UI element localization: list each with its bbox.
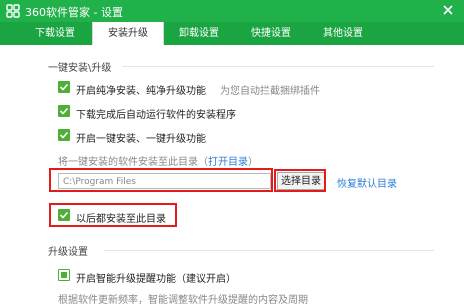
checkbox-partial-icon[interactable] (58, 269, 70, 281)
browse-dir-button[interactable]: 选择目录 (277, 172, 325, 190)
tab-download-settings[interactable]: 下载设置 (20, 22, 90, 45)
checkbox-checked-icon[interactable] (58, 209, 70, 221)
tab-other-settings[interactable]: 其他设置 (308, 22, 378, 45)
open-dir-link[interactable]: 打开目录 (208, 157, 248, 168)
restore-default-dir-link[interactable]: 恢复默认目录 (337, 175, 397, 190)
install-path-input[interactable]: C:\Program Files (58, 173, 271, 189)
checkbox-checked-icon[interactable] (58, 105, 70, 117)
option-label: 以后都安装至此目录 (76, 214, 166, 225)
app-logo-icon (6, 4, 20, 18)
divider (104, 250, 434, 251)
window-title: 360软件管家 - 设置 (25, 6, 123, 19)
tab-uninstall-settings[interactable]: 卸载设置 (164, 22, 234, 45)
option-label: 开启智能升级提醒功能（建议开启） (76, 274, 236, 285)
upgrade-note: 根据软件更新频率，智能调整软件升级提醒的内容及周期 (58, 295, 308, 306)
close-icon[interactable] (440, 2, 456, 18)
option-label: 开启一键安装、一键升级功能 (76, 134, 206, 145)
dir-prompt: 将一键安装的软件安装至此目录（打开目录） (58, 153, 258, 168)
tab-bar: 下载设置 安装升级 卸载设置 快捷设置 其他设置 (0, 22, 464, 45)
checkbox-checked-icon[interactable] (58, 129, 70, 141)
tab-shortcut-settings[interactable]: 快捷设置 (236, 22, 306, 45)
section-title-install: 一键安装\升级 (48, 63, 112, 74)
option-hint: 为您自动拦截捆绑插件 (220, 86, 320, 97)
dir-prompt-text: 将一键安装的软件安装至此目录（ (58, 157, 208, 168)
option-label: 下载完成后自动运行软件的安装程序 (76, 110, 236, 121)
divider (122, 66, 434, 67)
section-title-upgrade: 升级设置 (48, 247, 88, 258)
checkbox-checked-icon[interactable] (58, 81, 70, 93)
settings-panel: 一键安装\升级 开启纯净安装、纯净升级功能 为您自动拦截捆绑插件 下载完成后自动… (0, 45, 464, 308)
dir-prompt-end: ） (248, 157, 258, 168)
tab-install-upgrade[interactable]: 安装升级 (92, 22, 164, 45)
settings-window: 360软件管家 - 设置 下载设置 安装升级 卸载设置 快捷设置 其他设置 一键… (0, 0, 464, 308)
option-label: 开启纯净安装、纯净升级功能 (76, 86, 206, 97)
title-bar: 360软件管家 - 设置 (0, 0, 464, 22)
